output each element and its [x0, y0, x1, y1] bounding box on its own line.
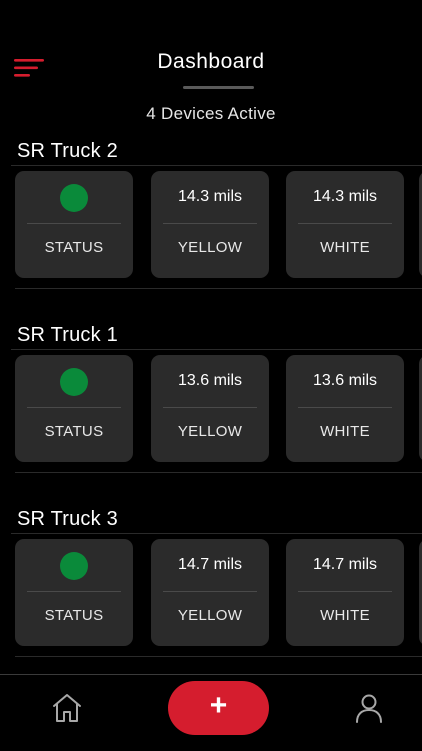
status-label: STATUS — [44, 423, 104, 440]
divider — [11, 533, 422, 534]
divider — [11, 349, 422, 350]
status-label: STATUS — [44, 607, 104, 624]
white-value: 14.7 mils — [312, 556, 378, 573]
device-name[interactable]: SR Truck 3 — [17, 508, 118, 531]
yellow-card[interactable]: 13.6 mils YELLOW — [151, 355, 269, 462]
white-value: 13.6 mils — [312, 372, 378, 389]
active-devices-count: 4 Devices Active — [146, 104, 276, 123]
device-name[interactable]: SR Truck 2 — [17, 140, 118, 163]
white-card[interactable]: 13.6 mils WHITE — [286, 355, 404, 462]
bottom-tab-bar: + — [0, 674, 422, 751]
page-title: Dashboard — [157, 50, 265, 73]
status-label: STATUS — [44, 239, 104, 256]
divider — [15, 288, 422, 289]
card-divider — [298, 407, 392, 408]
white-card[interactable]: 14.7 mils WHITE — [286, 539, 404, 646]
yellow-label: YELLOW — [177, 423, 243, 440]
status-card[interactable]: STATUS — [15, 539, 133, 646]
white-label: WHITE — [320, 239, 370, 256]
status-indicator-icon — [60, 368, 88, 396]
status-indicator-icon — [60, 552, 88, 580]
yellow-value: 14.7 mils — [177, 556, 243, 573]
white-card[interactable]: 14.3 mils WHITE — [286, 171, 404, 278]
title-underline — [183, 86, 254, 89]
card-divider — [163, 407, 257, 408]
yellow-value: 13.6 mils — [177, 372, 243, 389]
card-divider — [27, 591, 121, 592]
add-device-button[interactable]: + — [168, 681, 269, 735]
white-value: 14.3 mils — [312, 188, 378, 205]
device-section: SR Truck 2 STATUS 14.3 mils YELLOW 14.3 … — [0, 130, 422, 314]
white-label: WHITE — [320, 423, 370, 440]
device-cards: STATUS 14.3 mils YELLOW 14.3 mils WHITE — [15, 171, 422, 278]
divider — [15, 472, 422, 473]
status-card[interactable]: STATUS — [15, 355, 133, 462]
device-cards: STATUS 13.6 mils YELLOW 13.6 mils WHITE — [15, 355, 422, 462]
card-divider — [163, 591, 257, 592]
yellow-card[interactable]: 14.7 mils YELLOW — [151, 539, 269, 646]
profile-tab[interactable] — [352, 691, 386, 725]
card-divider — [298, 591, 392, 592]
yellow-label: YELLOW — [177, 239, 243, 256]
divider — [15, 656, 422, 657]
home-icon — [53, 694, 81, 722]
status-indicator-icon — [60, 184, 88, 212]
card-divider — [27, 407, 121, 408]
yellow-value: 14.3 mils — [177, 188, 243, 205]
header: Dashboard 4 Devices Active — [0, 0, 422, 130]
card-divider — [298, 223, 392, 224]
device-section: SR Truck 3 STATUS 14.7 mils YELLOW 14.7 … — [0, 498, 422, 682]
home-tab[interactable] — [50, 691, 84, 725]
card-divider — [27, 223, 121, 224]
device-section: SR Truck 1 STATUS 13.6 mils YELLOW 13.6 … — [0, 314, 422, 498]
card-divider — [163, 223, 257, 224]
device-cards: STATUS 14.7 mils YELLOW 14.7 mils WHITE — [15, 539, 422, 646]
divider — [11, 165, 422, 166]
yellow-card[interactable]: 14.3 mils YELLOW — [151, 171, 269, 278]
status-card[interactable]: STATUS — [15, 171, 133, 278]
plus-icon: + — [209, 689, 228, 722]
user-icon — [356, 694, 382, 723]
device-list: SR Truck 2 STATUS 14.3 mils YELLOW 14.3 … — [0, 130, 422, 682]
yellow-label: YELLOW — [177, 607, 243, 624]
device-name[interactable]: SR Truck 1 — [17, 324, 118, 347]
white-label: WHITE — [320, 607, 370, 624]
